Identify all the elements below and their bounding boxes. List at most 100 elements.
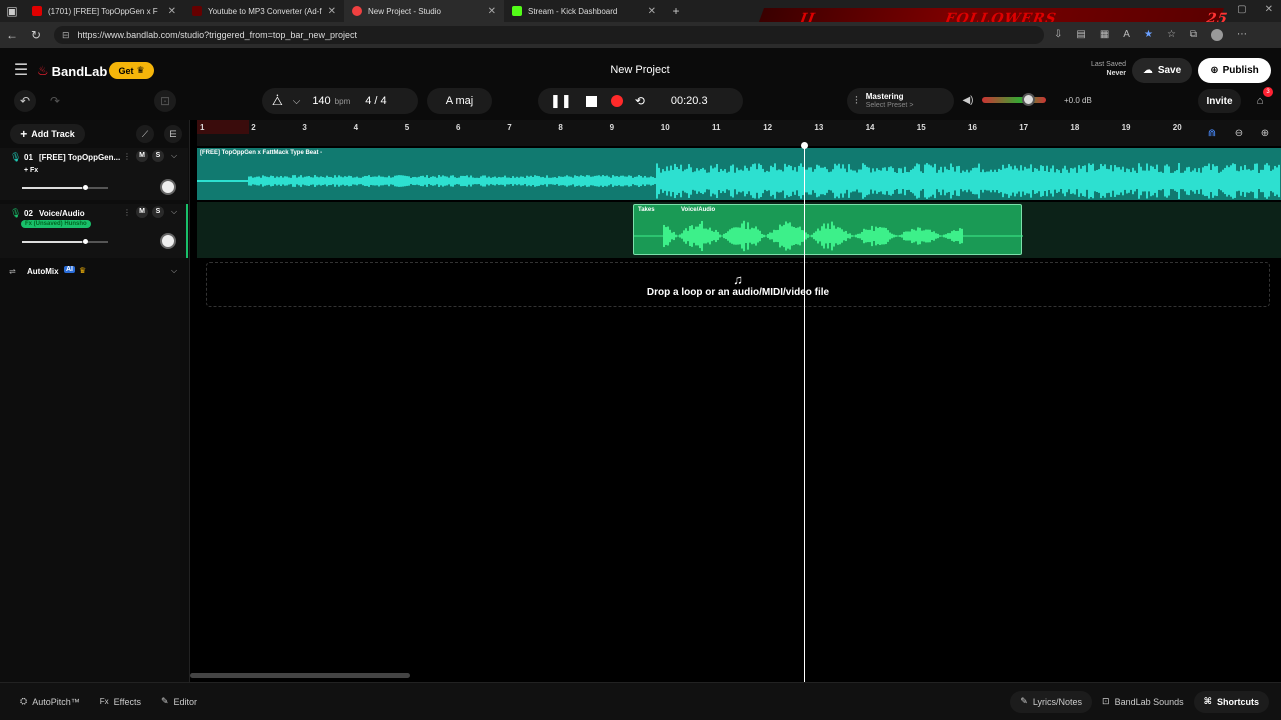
menu-icon[interactable]: ☰ [12, 62, 30, 79]
timeline-ruler[interactable]: 1 2 3 4 5 6 7 8 9 10 11 12 13 14 15 16 17 18 19 20 ⋒ ⊖ ⊕ [197, 120, 1281, 146]
track-header-2[interactable]: 🎙 02 Voice/Audio ⋮ M S ⌵ Fx (Unsaved) Hu… [0, 204, 188, 258]
ruler-bar-15: 15 [916, 123, 926, 132]
track-volume-knob[interactable] [83, 239, 89, 244]
zoom-in-icon[interactable]: ⊕ [1257, 126, 1273, 140]
loop-icon[interactable]: ⟲ [635, 94, 645, 108]
browser-tab-converter[interactable]: Youtube to MP3 Converter (Ad-fr ✕ [184, 0, 344, 22]
horizontal-scrollbar[interactable] [190, 673, 410, 678]
track-settings-icon[interactable]: ⋿ [164, 125, 182, 143]
close-tab-icon[interactable]: ✕ [648, 6, 656, 17]
pan-knob[interactable] [160, 233, 176, 249]
autopitch-button[interactable]: ⛭ AutoPitch™ [10, 696, 90, 707]
zoom-out-icon[interactable]: ⊖ [1231, 126, 1247, 140]
collections-icon[interactable]: ▤ [1076, 29, 1085, 41]
automix-row[interactable]: ⇌ AutoMix AI ♛ ⌵ [0, 262, 188, 282]
browser-tab-kick[interactable]: Stream - Kick Dashboard ✕ [504, 0, 664, 22]
url-field[interactable]: ⊟ https://www.bandlab.com/studio?trigger… [54, 26, 1044, 44]
track-volume-slider[interactable] [22, 239, 108, 244]
track-header-1[interactable]: 🎙 01 [FREE] TopOppGen... ⋮ M S ⌵ + Fx [0, 148, 188, 200]
snap-magnet-icon[interactable]: ⋒ [1204, 126, 1220, 140]
command-icon: ⌘ [1203, 696, 1212, 706]
invite-button[interactable]: Invite [1198, 89, 1241, 113]
favorites-icon[interactable]: ☆ [1167, 29, 1176, 41]
shortcuts-button[interactable]: ⌘ Shortcuts [1193, 690, 1269, 713]
get-membership-button[interactable]: Get ♛ [109, 62, 154, 79]
redo-icon[interactable]: ↷ [44, 90, 66, 112]
tab-actions-icon[interactable]: ▣ [0, 4, 24, 18]
back-icon[interactable]: ← [0, 28, 24, 42]
track-name[interactable]: [FREE] TopOppGen... [39, 153, 121, 162]
kick-favicon-icon [512, 6, 522, 16]
track-expand-icon[interactable]: ⌵ [171, 207, 177, 217]
close-tab-icon[interactable]: ✕ [168, 6, 176, 17]
add-track-button[interactable]: + Add Track [10, 124, 85, 144]
solo-button[interactable]: S [152, 206, 164, 218]
master-volume-slider[interactable] [982, 93, 1046, 106]
browser-tab-youtube[interactable]: (1701) [FREE] TopOppGen x FattM ✕ [24, 0, 184, 22]
app-icon[interactable]: ▦ [1100, 29, 1109, 41]
solo-button[interactable]: S [152, 150, 164, 162]
loop-region[interactable] [197, 120, 249, 134]
mute-button[interactable]: M [136, 150, 148, 162]
add-fx-button[interactable]: + Fx [24, 167, 38, 174]
track-name[interactable]: Voice/Audio [39, 209, 85, 218]
track-lane-2[interactable]: Takes Voice/Audio [197, 202, 1281, 258]
track-more-icon[interactable]: ⋮ [123, 208, 131, 217]
key-selector[interactable]: A maj [427, 88, 492, 114]
globe-icon: ⊕ [1210, 65, 1219, 76]
project-title[interactable]: New Project [560, 64, 720, 76]
lyrics-notes-button[interactable]: ✎ Lyrics/Notes [1010, 690, 1093, 713]
metronome-dropdown-icon[interactable]: ⌵ [293, 96, 301, 107]
download-icon[interactable]: ⇩ [1054, 29, 1062, 41]
grid-icon[interactable]: ⊡ [154, 90, 176, 112]
ruler-bar-20: 20 [1172, 123, 1182, 132]
extensions-icon[interactable]: ⧉ [1190, 29, 1197, 41]
track-lane-1[interactable]: [FREE] TopOppGen x FattMack Type Beat - [197, 148, 1281, 200]
bandlab-sounds-button[interactable]: ⊡ BandLab Sounds [1092, 696, 1194, 707]
close-tab-icon[interactable]: ✕ [488, 6, 496, 17]
volume-knob[interactable] [1022, 93, 1036, 106]
autopitch-icon: ⛭ [20, 696, 28, 706]
audio-clip-voice[interactable]: Takes Voice/Audio [633, 204, 1023, 255]
track-volume-slider[interactable] [22, 185, 108, 190]
close-window-icon[interactable]: ✕ [1265, 4, 1273, 15]
playhead-handle[interactable] [801, 142, 808, 149]
audio-clip-beat[interactable]: [FREE] TopOppGen x FattMack Type Beat - [197, 148, 1281, 200]
track-expand-icon[interactable]: ⌵ [171, 151, 177, 161]
favorite-star-icon[interactable]: ★ [1144, 29, 1153, 41]
pause-icon[interactable]: ❚❚ [550, 93, 572, 109]
undo-icon[interactable]: ↶ [14, 90, 36, 112]
reload-icon[interactable]: ↻ [24, 28, 48, 42]
save-button[interactable]: ☁ Save [1132, 58, 1192, 83]
maximize-icon[interactable]: ▢ [1237, 4, 1246, 15]
profile-avatar[interactable] [1211, 29, 1224, 41]
fx-preset-badge[interactable]: Fx (Unsaved) Hunsho [21, 220, 91, 228]
stop-icon[interactable] [585, 95, 597, 107]
read-aloud-icon[interactable]: A [1123, 29, 1130, 41]
browser-tab-studio[interactable]: New Project - Studio ✕ [344, 0, 504, 22]
more-icon[interactable]: ⋯ [1237, 29, 1247, 41]
new-tab-icon[interactable]: + [664, 4, 688, 18]
track-volume-knob[interactable] [83, 185, 89, 190]
effects-button[interactable]: Fx Effects [90, 697, 151, 707]
bandlab-logo[interactable]: ♨ BandLab [37, 63, 107, 79]
automix-expand-icon[interactable]: ⌵ [171, 266, 177, 276]
close-tab-icon[interactable]: ✕ [328, 6, 336, 17]
speaker-icon[interactable]: ◀) [960, 92, 976, 108]
playhead[interactable] [804, 144, 805, 682]
drop-zone[interactable]: ♫ Drop a loop or an audio/MIDI/video fil… [206, 262, 1270, 307]
record-icon[interactable] [610, 95, 623, 107]
bpm-value[interactable]: 140 [312, 95, 330, 107]
metronome-icon[interactable]: ⧊ [272, 94, 283, 109]
pan-knob[interactable] [160, 179, 176, 195]
sounds-icon: ⊡ [1102, 696, 1110, 706]
track-more-icon[interactable]: ⋮ [123, 152, 131, 161]
site-info-icon[interactable]: ⊟ [62, 30, 70, 41]
mute-button[interactable]: M [136, 206, 148, 218]
browser-address-bar: ← ↻ ⊟ https://www.bandlab.com/studio?tri… [0, 22, 1281, 48]
tool-icon[interactable]: ⟋ [136, 125, 154, 143]
mastering-button[interactable]: ⫶ Mastering Select Preset > [847, 88, 954, 114]
editor-button[interactable]: ✎ Editor [151, 696, 207, 707]
publish-button[interactable]: ⊕ Publish [1198, 58, 1271, 83]
time-signature[interactable]: 4 / 4 [365, 95, 386, 107]
